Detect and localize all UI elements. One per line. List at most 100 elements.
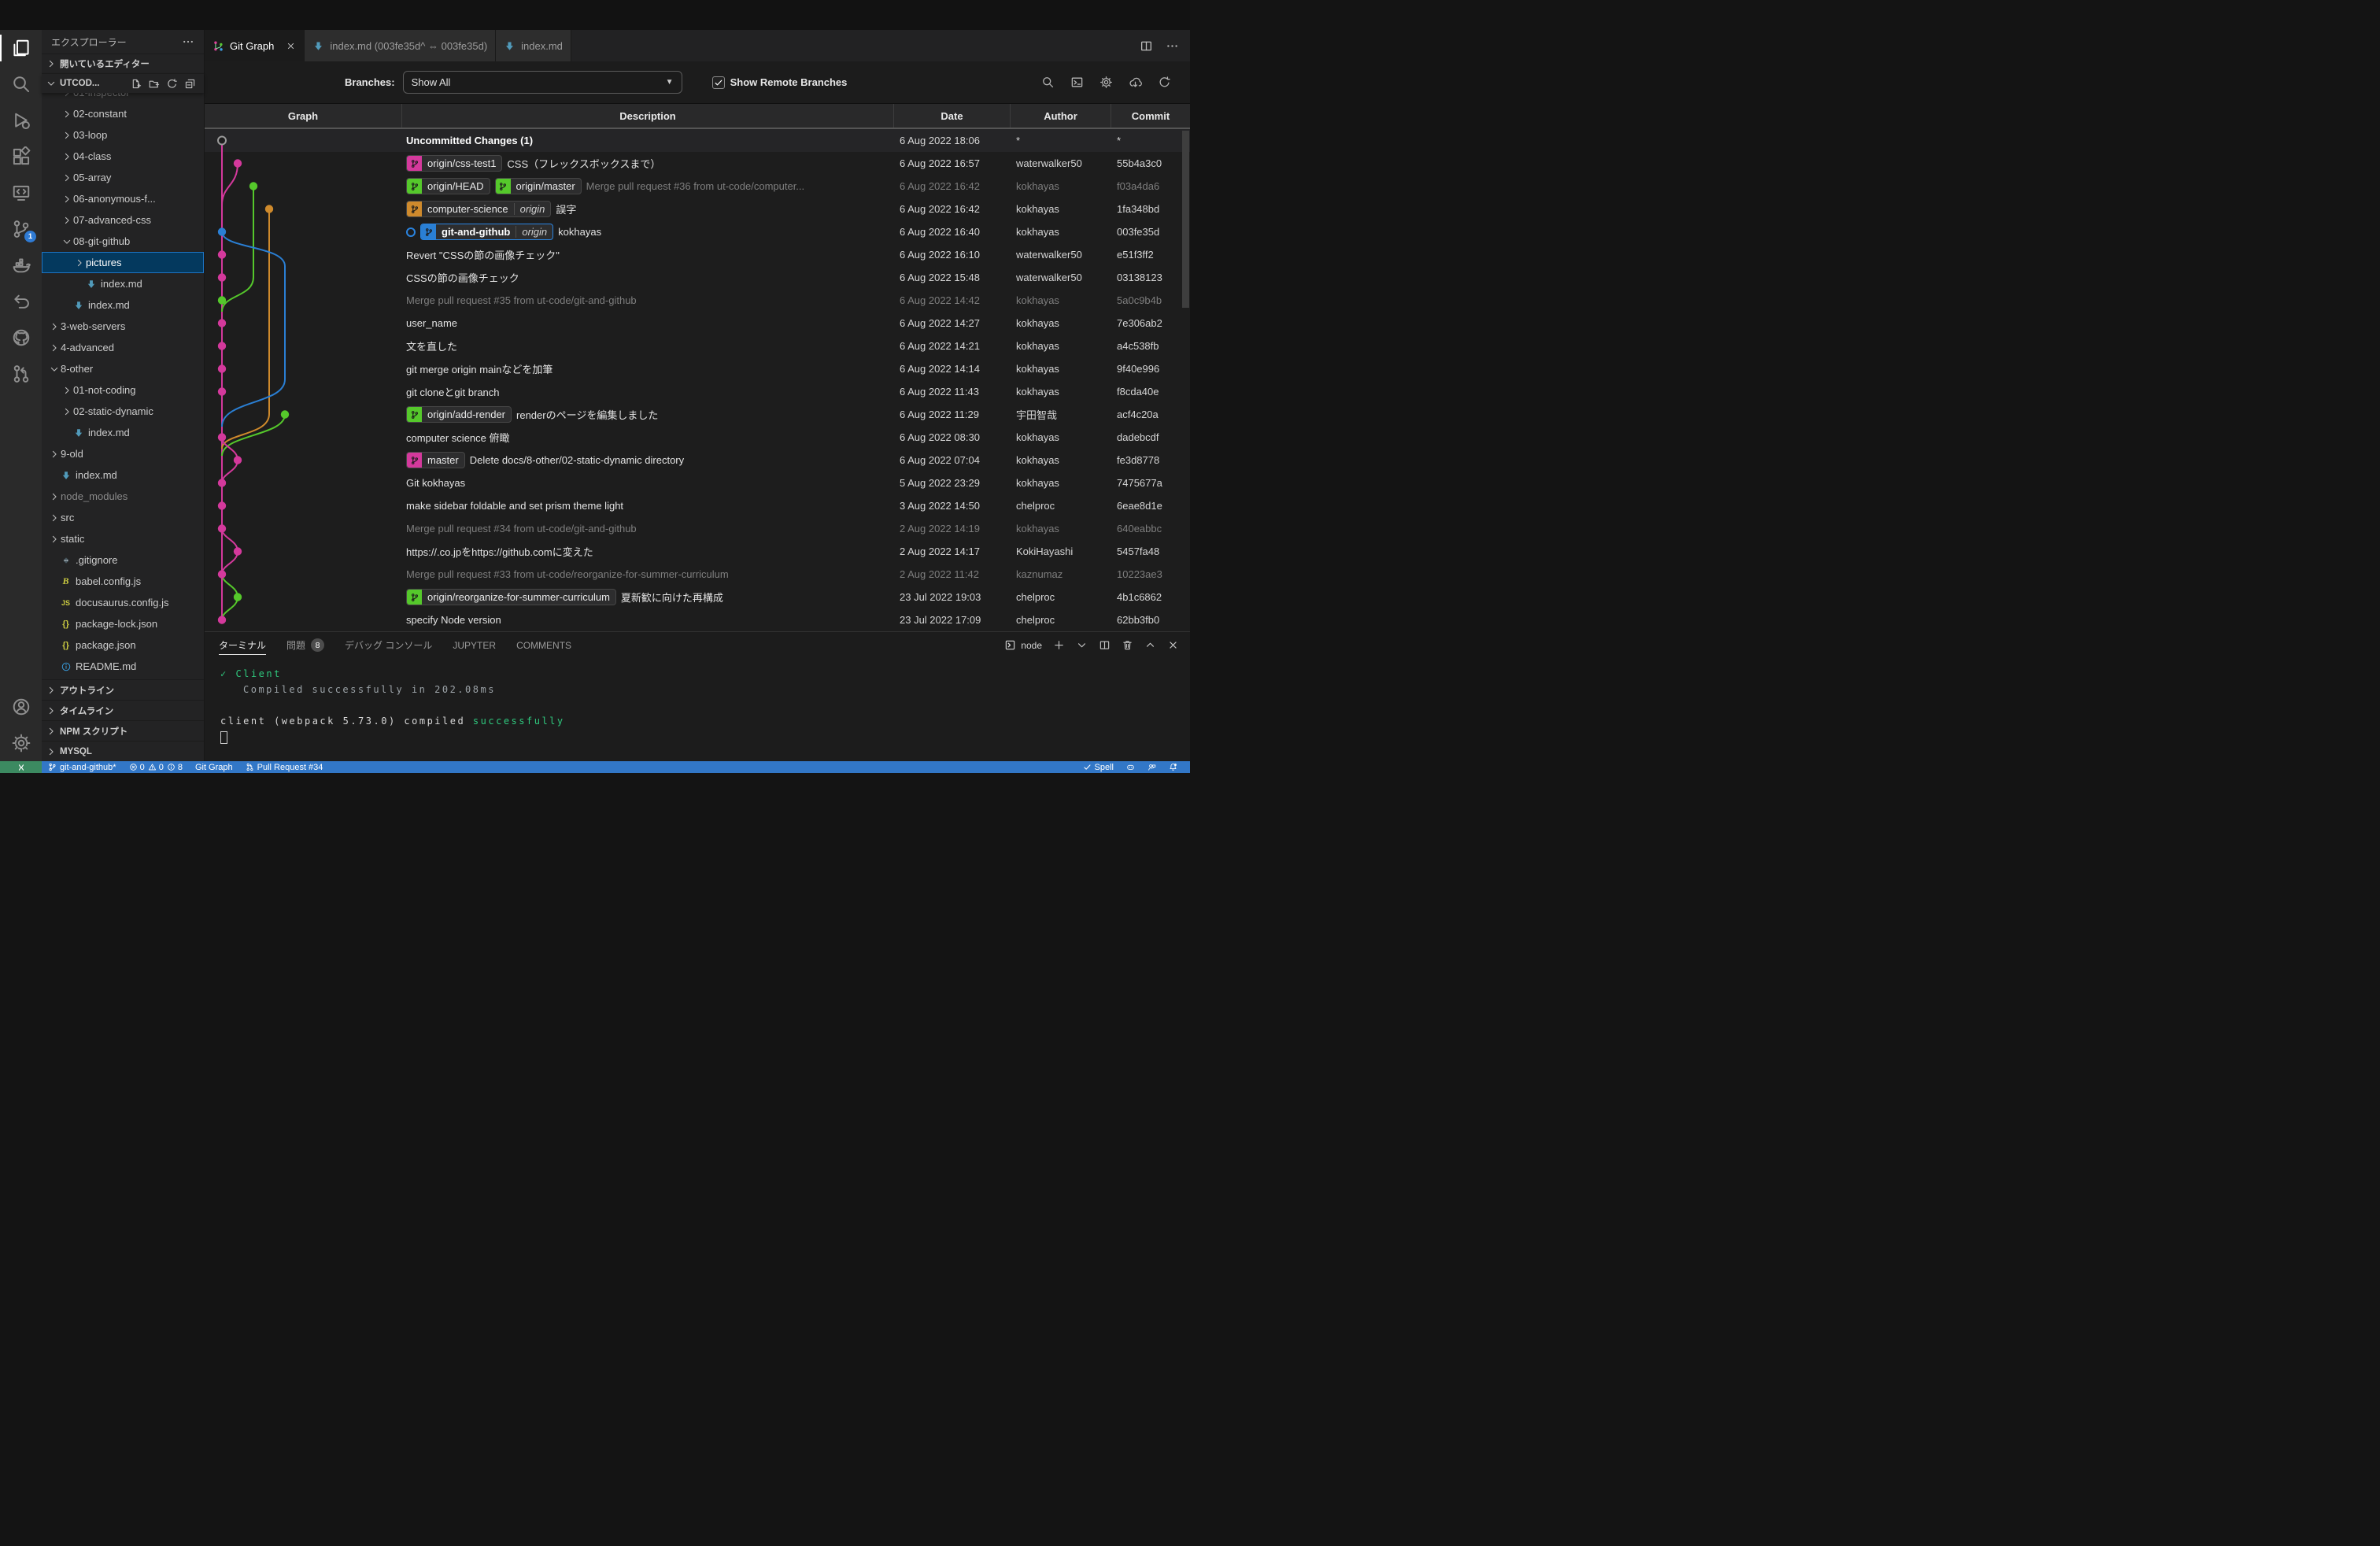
settings-gear-icon[interactable] [0, 725, 42, 761]
tree-item-babel.config.js[interactable]: Bbabel.config.js [42, 571, 204, 592]
close-icon[interactable] [286, 41, 296, 51]
explorer-icon[interactable] [0, 30, 42, 66]
tree-item-3-web-servers[interactable]: 3-web-servers [42, 316, 204, 337]
editor-tab-2[interactable]: index.md [496, 30, 571, 61]
sidebar-section-2[interactable]: NPM スクリプト [42, 720, 204, 741]
commit-row-fe3d8778[interactable]: masterDelete docs/8-other/02-static-dyna… [205, 449, 1190, 472]
terminal-icon[interactable] [1070, 76, 1084, 89]
search-icon[interactable] [1041, 76, 1055, 89]
extensions-icon[interactable] [0, 139, 42, 175]
open-editors-section[interactable]: 開いているエディター [42, 54, 204, 73]
terminal-output[interactable]: ✓ ClientCompiled successfully in 202.08m… [205, 658, 1190, 761]
commit-row-a4c538fb[interactable]: 文を直した6 Aug 2022 14:21kokhayasa4c538fb [205, 335, 1190, 357]
tree-item-index.md[interactable]: index.md [42, 273, 204, 294]
status-spell[interactable]: Spell [1077, 761, 1120, 773]
panel-tab-3[interactable]: JUPYTER [453, 632, 496, 658]
commit-row-55b4a3c0[interactable]: origin/css-test1CSS（フレックスボックスまで）6 Aug 20… [205, 152, 1190, 175]
split-icon[interactable] [1099, 639, 1111, 651]
run-debug-icon[interactable] [0, 102, 42, 139]
split-editor-icon[interactable] [1140, 39, 1153, 53]
chevron-down-icon[interactable] [1076, 639, 1088, 651]
tree-item-package-lock.json[interactable]: {}package-lock.json [42, 613, 204, 634]
commit-row-62bb3fb0[interactable]: specify Node version23 Jul 2022 17:09che… [205, 608, 1190, 631]
show-remote-branches-checkbox[interactable]: Show Remote Branches [712, 76, 848, 89]
editor-tab-1[interactable]: index.md (003fe35d^ ⇔ 003fe35d) [305, 30, 496, 61]
search-icon[interactable] [0, 66, 42, 102]
feedback-icon[interactable] [1141, 761, 1162, 773]
tree-item-02-static-dynamic[interactable]: 02-static-dynamic [42, 401, 204, 422]
commit-row-dadebcdf[interactable]: computer science 俯瞰6 Aug 2022 08:30kokha… [205, 426, 1190, 449]
pull-request-icon[interactable] [0, 356, 42, 392]
commit-row-f03a4da6[interactable]: origin/HEADorigin/masterMerge pull reque… [205, 175, 1190, 198]
column-header-graph[interactable]: Graph [205, 104, 402, 128]
tree-item-index.md[interactable]: index.md [42, 464, 204, 486]
commit-row-003fe35d[interactable]: git-and-githuboriginkokhayas6 Aug 2022 1… [205, 220, 1190, 243]
commit-row-7e306ab2[interactable]: user_name6 Aug 2022 14:27kokhayas7e306ab… [205, 312, 1190, 335]
terminal-selector[interactable]: node [1004, 639, 1042, 651]
sidebar-section-3[interactable]: MYSQL [42, 741, 204, 761]
tree-item-docusaurus.config.js[interactable]: JSdocusaurus.config.js [42, 592, 204, 613]
commit-row-1fa348bd[interactable]: computer-scienceorigin誤字6 Aug 2022 16:42… [205, 198, 1190, 220]
workspace-section-header[interactable]: UTCOD... [42, 73, 204, 93]
panel-tab-4[interactable]: COMMENTS [516, 632, 571, 658]
trash-icon[interactable] [1122, 639, 1133, 651]
branch-badge-git-and-github[interactable]: git-and-githuborigin [420, 224, 553, 240]
commit-row-03138123[interactable]: CSSの節の画像チェック6 Aug 2022 15:48waterwalker5… [205, 266, 1190, 289]
tree-item-4-advanced[interactable]: 4-advanced [42, 337, 204, 358]
gear-icon[interactable] [1099, 76, 1113, 89]
bell-icon[interactable] [1162, 761, 1184, 773]
tree-item-08-git-github[interactable]: 08-git-github [42, 231, 204, 252]
new-folder-icon[interactable] [148, 78, 160, 90]
collapse-all-icon[interactable] [184, 78, 196, 90]
tree-item-01-not-coding[interactable]: 01-not-coding [42, 379, 204, 401]
sidebar-section-1[interactable]: タイムライン [42, 700, 204, 720]
copilot-icon[interactable] [1120, 761, 1141, 773]
commit-row-acf4c20a[interactable]: origin/add-renderrenderのページを編集しました6 Aug … [205, 403, 1190, 426]
branch-badge-master[interactable]: master [406, 452, 465, 468]
column-header-date[interactable]: Date [894, 104, 1011, 128]
remote-explorer-icon[interactable] [0, 175, 42, 211]
chevron-up-icon[interactable] [1144, 639, 1156, 651]
commit-row-5a0c9b4b[interactable]: Merge pull request #35 from ut-code/git-… [205, 289, 1190, 312]
tree-item-index.md[interactable]: index.md [42, 294, 204, 316]
branch-badge-origin/css-test1[interactable]: origin/css-test1 [406, 155, 502, 172]
tree-item-03-loop[interactable]: 03-loop [42, 124, 204, 146]
commit-row-uncommitted[interactable]: Uncommitted Changes (1)6 Aug 2022 18:06*… [205, 129, 1190, 152]
table-scrollbar[interactable] [1182, 131, 1189, 308]
tree-item-pictures[interactable]: pictures [42, 252, 204, 273]
editor-tab-0[interactable]: Git Graph [205, 30, 305, 61]
branch-badge-origin/reorganize-for-summer-curriculum[interactable]: origin/reorganize-for-summer-curriculum [406, 589, 616, 605]
plus-icon[interactable] [1053, 639, 1065, 651]
tree-item-9-old[interactable]: 9-old [42, 443, 204, 464]
tree-item-package.json[interactable]: {}package.json [42, 634, 204, 656]
cloud-download-icon[interactable] [1129, 76, 1142, 89]
status-pull-request[interactable]: Pull Request #34 [239, 761, 330, 773]
tree-item-readme.md[interactable]: README.md [42, 656, 204, 677]
status-git-graph[interactable]: Git Graph [189, 761, 239, 773]
tree-item-.gitignore[interactable]: .gitignore [42, 549, 204, 571]
ellipsis-icon[interactable] [1166, 39, 1179, 53]
tree-item-index.md[interactable]: index.md [42, 422, 204, 443]
panel-tab-2[interactable]: デバッグ コンソール [345, 632, 432, 658]
branch-badge-computer-science[interactable]: computer-scienceorigin [406, 201, 551, 217]
remote-indicator[interactable] [0, 761, 42, 773]
tree-item-04-class[interactable]: 04-class [42, 146, 204, 167]
commit-row-7475677a[interactable]: Git kokhayas5 Aug 2022 23:29kokhayas7475… [205, 472, 1190, 494]
new-file-icon[interactable] [130, 78, 142, 90]
column-header-commit[interactable]: Commit [1111, 104, 1190, 128]
tree-item-src[interactable]: src [42, 507, 204, 528]
refresh-icon[interactable] [166, 78, 178, 90]
commit-row-5457fa48[interactable]: https://.co.jpをhttps://github.comに変えた2 A… [205, 540, 1190, 563]
status-problems[interactable]: 0 0 8 [123, 761, 189, 773]
sidebar-section-0[interactable]: アウトライン [42, 679, 204, 700]
commit-row-9f40e996[interactable]: git merge origin mainなどを加筆6 Aug 2022 14:… [205, 357, 1190, 380]
source-control-icon[interactable]: 1 [0, 211, 42, 247]
column-header-author[interactable]: Author [1011, 104, 1111, 128]
branch-badge-origin/add-render[interactable]: origin/add-render [406, 406, 512, 423]
tree-item-05-array[interactable]: 05-array [42, 167, 204, 188]
column-header-description[interactable]: Description [402, 104, 894, 128]
panel-tab-1[interactable]: 問題8 [286, 632, 324, 658]
tree-item-8-other[interactable]: 8-other [42, 358, 204, 379]
branch-badge-origin/master[interactable]: origin/master [495, 178, 582, 194]
commit-row-e51f3ff2[interactable]: Revert "CSSの節の画像チェック"6 Aug 2022 16:10wat… [205, 243, 1190, 266]
